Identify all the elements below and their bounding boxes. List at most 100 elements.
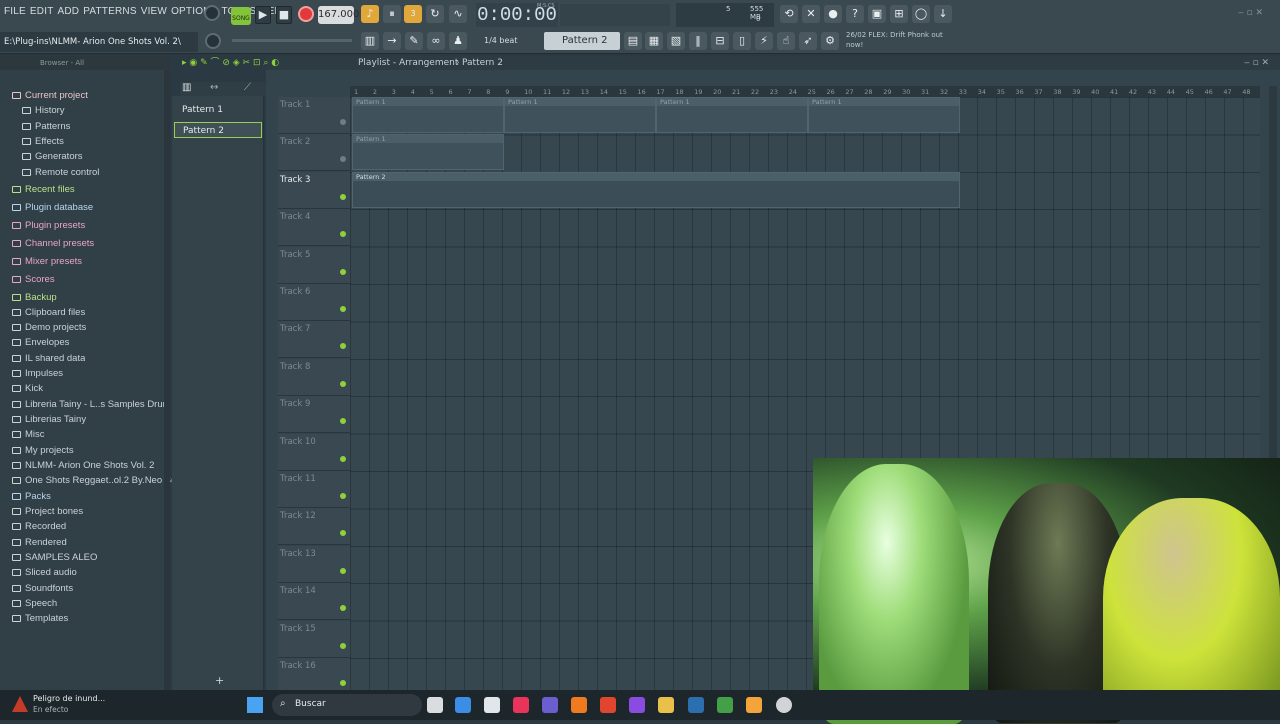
arrows-icon[interactable]: ↔ [210,82,218,93]
touch-icon[interactable]: ☝ [777,32,795,50]
browser-item[interactable]: Demo projects [12,320,86,335]
twitch-icon[interactable] [629,697,645,713]
rocket-icon[interactable]: ➶ [799,32,817,50]
pencil-icon[interactable]: ⟋ [244,82,251,93]
file-explorer-icon[interactable] [658,697,674,713]
track-header[interactable]: Track 4 [278,209,350,247]
clip-pattern-1[interactable]: Pattern 1 [808,97,960,133]
play-button[interactable]: ▶ [255,6,271,24]
obs-icon[interactable] [776,697,792,713]
menu-view[interactable]: VIEW [141,6,167,17]
browser-item[interactable]: Librerias Tainy [12,412,86,427]
track-header[interactable]: Track 13 [278,545,350,583]
browser-item[interactable]: My projects [12,443,74,458]
browser-item[interactable]: Generators [22,149,83,164]
brave-icon[interactable] [600,697,616,713]
countdown-icon[interactable]: 3 [404,5,422,23]
tempo-display[interactable]: 167.000 [318,6,359,24]
pattern-item[interactable]: Pattern 1 [174,102,262,118]
track-header[interactable]: Track 1 [278,97,350,134]
clip-pattern-1[interactable]: Pattern 1 [352,134,504,170]
browser-item[interactable]: Rendered [12,535,67,550]
pattern-item-selected[interactable]: Pattern 2 [174,122,262,138]
track-mute-led[interactable] [340,642,346,649]
track-mute-led[interactable] [340,493,346,499]
tiktok-icon[interactable] [513,697,529,713]
browser-item[interactable]: Templates [12,611,68,626]
master-volume-slider[interactable] [232,39,352,42]
stamp-icon[interactable]: ♟ [449,32,467,50]
track-header[interactable]: Track 11 [278,471,350,508]
menu-add[interactable]: ADD [58,6,80,17]
track-header[interactable]: Track 14 [278,583,350,621]
browser-item[interactable]: Speech [12,596,57,611]
track-mute-led[interactable] [340,156,346,163]
notification-title[interactable]: Peligro de inund... [33,694,105,703]
menu-patterns[interactable]: PATTERNS [83,6,136,17]
track-mute-led[interactable] [340,231,346,238]
track-mute-led[interactable] [340,605,346,612]
gear-icon[interactable]: ⚙ [821,32,839,50]
browser-item[interactable]: IL shared data [12,351,85,366]
browser-item[interactable]: Sliced audio [12,565,77,580]
snap-selector[interactable]: 1/4 beat [484,36,517,45]
channel-rack-icon[interactable]: ⊟ [711,32,729,50]
microphone-icon[interactable]: ● [824,5,842,23]
download-icon[interactable]: ↓ [934,5,952,23]
metronome-icon[interactable]: ♪ [361,5,379,23]
clip-pattern-1[interactable]: Pattern 1 [504,97,656,133]
track-mute-led[interactable] [340,193,346,200]
firefox-icon[interactable] [571,697,587,713]
pattern-selector[interactable]: Pattern 2 [544,32,620,50]
track-mute-led[interactable] [340,306,346,312]
brush-icon[interactable]: ✎ [405,32,423,50]
taskbar-search[interactable]: ⌕ Buscar [272,694,422,716]
browser-item[interactable]: Misc [12,427,45,442]
browser-item[interactable]: Current project [12,88,88,103]
clip-pattern-2[interactable]: Pattern 2 [352,172,960,208]
piano-keys-icon[interactable]: ▥ [182,82,191,93]
track-mute-led[interactable] [340,530,346,537]
playlist-window-controls[interactable]: ‒ ▫ ✕ [1244,56,1269,70]
browser-item[interactable]: Clipboard files [12,305,85,320]
track-mute-led[interactable] [340,268,346,275]
track-header[interactable]: Track 9 [278,396,350,434]
browser-item[interactable]: Remote control [22,165,99,180]
loop-record-icon[interactable]: ↻ [426,5,444,23]
track-header[interactable]: Track 15 [278,620,350,658]
menu-edit[interactable]: EDIT [30,6,54,17]
track-mute-led[interactable] [340,343,346,350]
browser-item[interactable]: NLMM- Arion One Shots Vol. 2 [12,458,154,473]
record-button[interactable] [298,6,314,22]
piano-icon[interactable]: ▥ [361,32,379,50]
teams-icon[interactable] [542,697,558,713]
track-header[interactable]: Track 8 [278,358,350,396]
track-header[interactable]: Track 3 [278,171,350,209]
browser-item[interactable]: Backup [12,290,57,305]
browser-item[interactable]: Patterns [22,119,70,134]
browser-item[interactable]: Soundfonts [12,581,73,596]
timeline-ruler[interactable]: 1 2 3 4 5 6 7 8 9 10 11 12 13 14 15 16 17 18 19 20 21 22 23 24 2… [350,86,1260,97]
midi-icon[interactable]: ⊞ [890,5,908,23]
master-pitch-knob[interactable] [205,33,221,49]
browser-item[interactable]: Packs [12,489,51,504]
plugin-icon[interactable]: ▯ [733,32,751,50]
fl-studio-icon[interactable] [746,697,762,713]
add-pattern-icon[interactable]: + [215,674,224,687]
browser-scrollbar[interactable] [164,70,170,690]
browser-item[interactable]: Recorded [12,519,66,534]
browser-item[interactable]: Effects [22,134,64,149]
clip-pattern-1[interactable]: Pattern 1 [352,97,504,133]
browser-item[interactable]: Scores [12,272,55,287]
stop-button[interactable]: ■ [276,6,292,24]
master-volume-knob[interactable] [204,5,220,21]
track-header[interactable]: Track 6 [278,284,350,321]
copilot-icon[interactable] [455,697,471,713]
tools-icon[interactable]: ✕ [802,5,820,23]
track-mute-led[interactable] [340,418,346,425]
browser-item[interactable]: History [22,103,65,118]
browser-item[interactable]: Impulses [12,366,63,381]
clip-pattern-1[interactable]: Pattern 1 [656,97,808,133]
browser-item[interactable]: Plugin database [12,200,93,215]
undo-history-icon[interactable]: ⟲ [780,5,798,23]
